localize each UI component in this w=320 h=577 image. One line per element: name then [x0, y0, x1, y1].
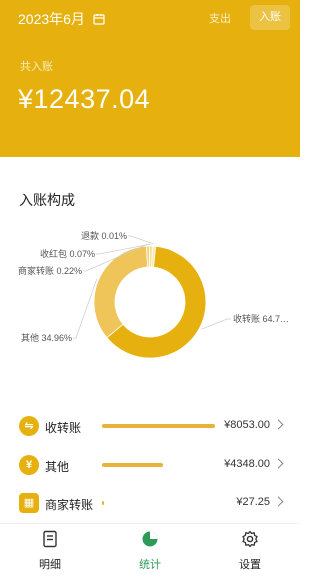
total-amount: ¥12437.04: [18, 84, 151, 114]
category-row-merchant[interactable]: ▦ 商家转账 ¥27.25: [0, 488, 300, 520]
transfer-icon: ⇋: [19, 416, 39, 436]
category-amount: ¥8053.00: [224, 419, 270, 431]
leader-line: [128, 235, 155, 245]
category-name: 收转账: [45, 421, 82, 435]
category-amount: ¥27.25: [236, 496, 270, 508]
category-name: 其他: [45, 460, 70, 474]
leader-line: [73, 278, 98, 339]
document-icon: [43, 530, 57, 548]
merchant-icon: ▦: [19, 493, 39, 513]
slice-label: 退款 0.01%: [81, 230, 127, 241]
tab-label: 统计: [139, 559, 161, 571]
category-row-transfer[interactable]: ⇋ 收转账 ¥8053.00: [0, 411, 300, 443]
tab-income[interactable]: 入账: [250, 5, 290, 30]
slice-label: 收转账 64.7…: [233, 313, 289, 324]
bottom-tab-bar: 明细 统计 设置: [0, 523, 300, 577]
category-name: 商家转账: [45, 498, 94, 512]
total-label: 共入账: [20, 61, 53, 73]
leader-line: [201, 318, 231, 330]
calendar-icon: [93, 14, 105, 25]
month-label: 2023年6月: [18, 11, 85, 27]
chevron-right-icon: [273, 419, 284, 430]
category-bar: [102, 501, 105, 505]
tab-details[interactable]: 明细: [20, 530, 80, 572]
category-bar: [102, 463, 164, 467]
summary-header: 2023年6月 支出 入账 共入账 ¥12437.04: [0, 0, 300, 157]
yuan-icon: ¥: [19, 455, 39, 475]
slice-label: 收红包 0.07%: [40, 248, 95, 259]
tab-statistics[interactable]: 统计: [120, 530, 180, 572]
chevron-right-icon: [273, 458, 284, 469]
pie-chart-icon: [142, 531, 158, 547]
tab-label: 明细: [39, 559, 61, 571]
income-donut-chart: 收转账 64.7… 其他 34.96% 商家转账 0.22% 收红包 0.07% 退款 …: [18, 230, 289, 359]
category-bar: [102, 424, 215, 428]
tab-expense[interactable]: 支出: [209, 10, 231, 26]
category-row-other[interactable]: ¥ 其他 ¥4348.00: [0, 450, 300, 482]
section-title: 入账构成: [19, 192, 75, 208]
slice-label: 商家转账 0.22%: [18, 265, 82, 276]
category-amount: ¥4348.00: [224, 458, 270, 470]
chevron-right-icon: [273, 496, 284, 507]
slice-label: 其他 34.96%: [21, 332, 72, 343]
month-selector[interactable]: 2023年6月: [18, 9, 105, 29]
tab-settings[interactable]: 设置: [220, 530, 280, 572]
slice-other: [93, 245, 149, 339]
tab-label: 设置: [239, 559, 261, 571]
gear-icon: [242, 530, 258, 548]
